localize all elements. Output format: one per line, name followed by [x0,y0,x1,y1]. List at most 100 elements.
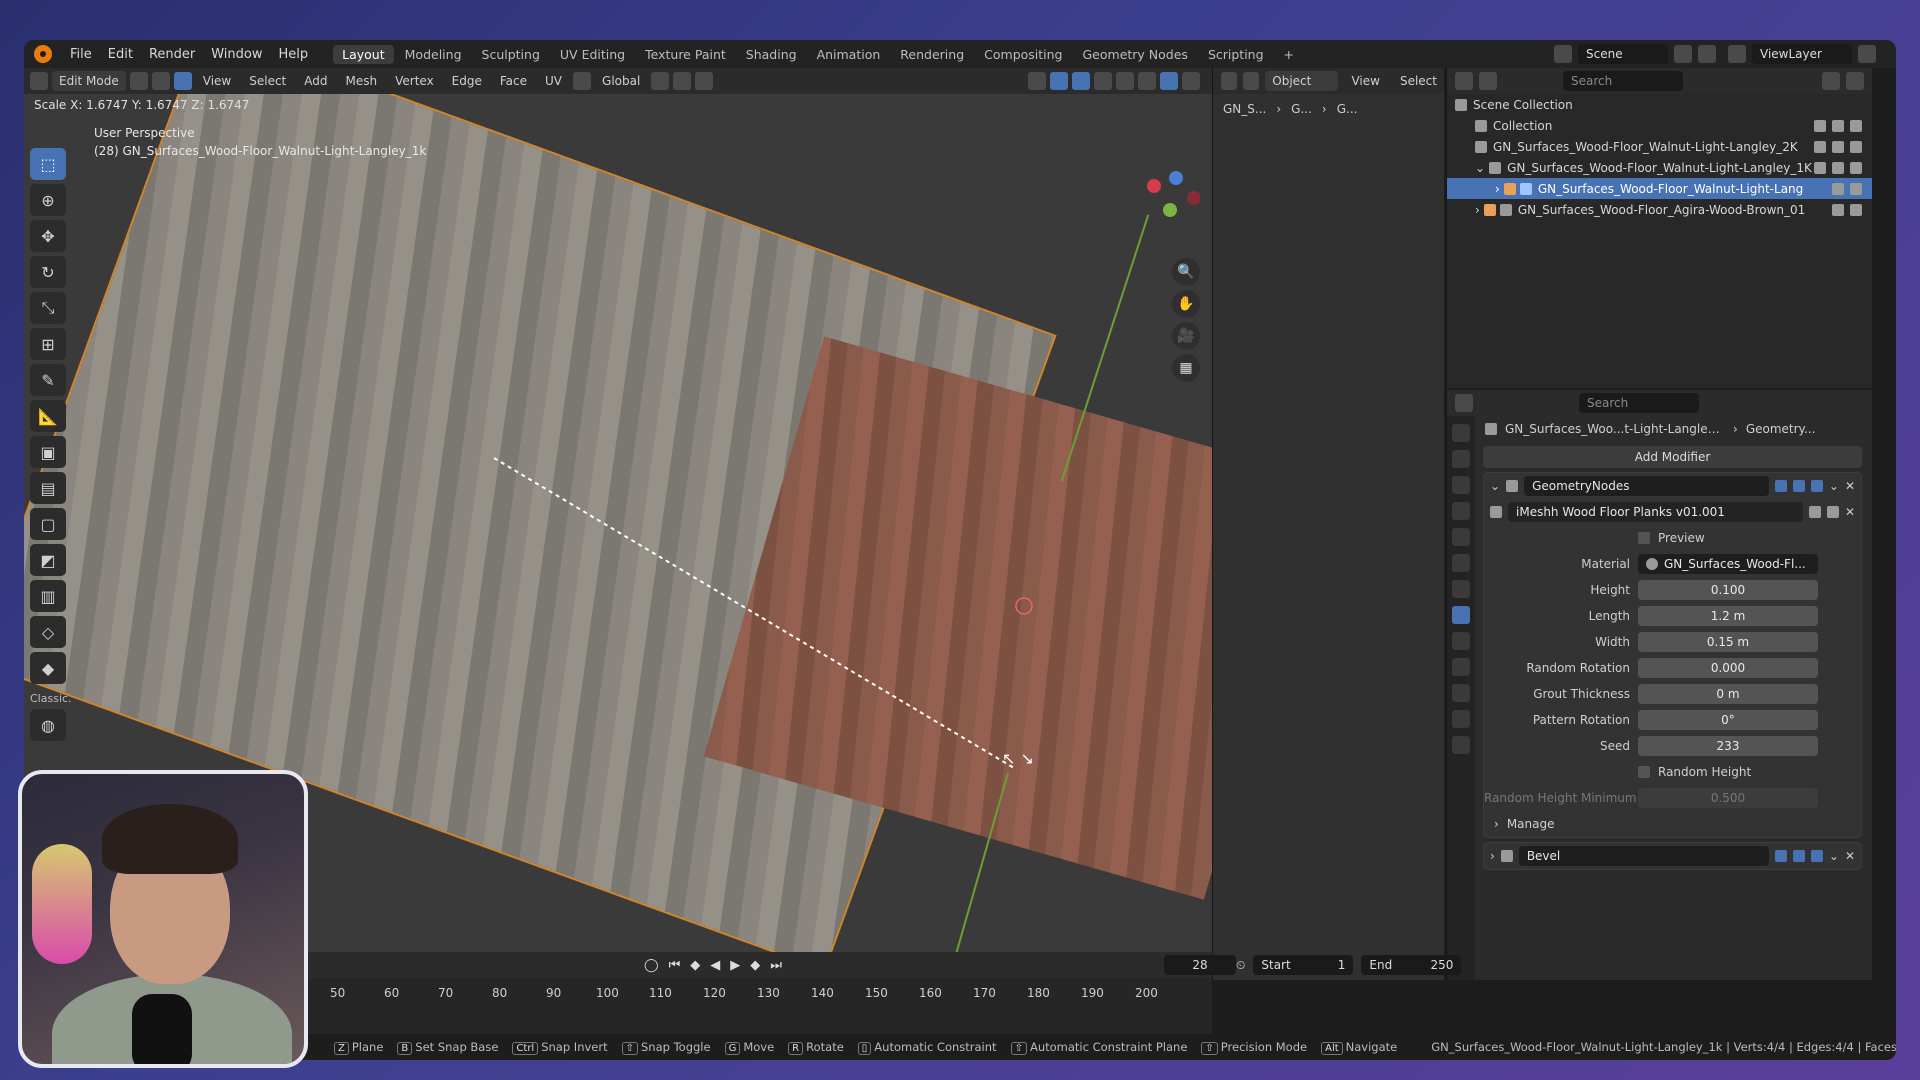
orientation-dropdown[interactable]: Global [595,71,647,91]
checkbox-icon[interactable] [1814,161,1826,174]
menu-vertex[interactable]: Vertex [388,71,441,91]
vertex-select-icon[interactable] [129,72,148,90]
modifier-name-field[interactable]: GeometryNodes [1524,476,1769,496]
breadcrumb-material[interactable]: G... [1337,102,1358,116]
random-rotation-field[interactable]: 0.000 [1638,658,1818,678]
menu-view[interactable]: View [196,71,238,91]
snap-icon[interactable] [673,72,692,90]
new-viewlayer-icon[interactable] [1858,45,1876,63]
editmode-toggle-icon[interactable] [1774,850,1787,862]
camera-icon[interactable] [1850,140,1862,153]
menu-window[interactable]: Window [203,47,270,62]
zoom-icon[interactable]: 🔍 [1172,258,1200,286]
breadcrumb-object[interactable]: GN_S... [1223,102,1266,116]
menu-face[interactable]: Face [493,71,534,91]
menu-select[interactable]: Select [242,71,293,91]
tab-shading[interactable]: Shading [737,45,806,64]
outliner-row[interactable]: › GN_Surfaces_Wood-Floor_Agira-Wood-Brow… [1447,199,1872,220]
move-tool-icon[interactable]: ✥ [30,220,66,252]
remove-modifier-icon[interactable]: ✕ [1845,479,1855,493]
fake-user-icon[interactable] [1808,506,1821,518]
add-cube-tool-icon[interactable]: ▣ [30,436,66,468]
constraints-tab-icon[interactable] [1452,684,1470,702]
duplicate-icon[interactable] [1826,506,1839,518]
viewport-toggle-icon[interactable] [1792,850,1805,862]
physics-tab-icon[interactable] [1452,658,1470,676]
material-shading-icon[interactable] [1160,72,1178,90]
filter-icon[interactable] [1822,72,1840,90]
modifier-menu-icon[interactable]: ⌄ [1829,849,1839,863]
bevel-name-field[interactable]: Bevel [1518,846,1769,866]
preview-checkbox[interactable] [1638,532,1650,544]
tab-geometry-nodes[interactable]: Geometry Nodes [1074,45,1197,64]
camera-icon[interactable] [1850,203,1862,216]
eye-icon[interactable] [1832,140,1844,153]
ortho-grid-icon[interactable]: ▦ [1172,354,1200,382]
tab-rendering[interactable]: Rendering [891,45,973,64]
select-box-tool-icon[interactable]: ⬚ [30,148,66,180]
editor-type-icon[interactable] [30,72,48,90]
outliner-row-selected[interactable]: › GN_Surfaces_Wood-Floor_Walnut-Light-La… [1447,178,1872,199]
remove-modifier-icon[interactable]: ✕ [1845,849,1855,863]
expand-chevron-icon[interactable]: › [1495,182,1500,196]
random-height-checkbox[interactable] [1638,766,1650,778]
menu-edit[interactable]: Edit [100,47,141,62]
proportional-edit-icon[interactable] [695,72,714,90]
pattern-rotation-field[interactable]: 0° [1638,710,1818,730]
navigation-gizmo-icon[interactable] [1140,168,1200,228]
expand-chevron-icon[interactable]: › [1490,849,1495,863]
node-group-field[interactable]: iMeshh Wood Floor Planks v01.001 [1508,502,1803,522]
expand-chevron-icon[interactable]: › [1475,203,1480,217]
render-tab-icon[interactable] [1452,450,1470,468]
inset-tool-icon[interactable]: ▢ [30,508,66,540]
measure-tool-icon[interactable]: 📐 [30,400,66,432]
material-tab-icon[interactable] [1452,736,1470,754]
object-mode-dropdown[interactable]: Object [1265,71,1339,91]
menu-add[interactable]: Add [297,71,334,91]
outliner-row[interactable]: ⌄ GN_Surfaces_Wood-Floor_Walnut-Light-La… [1447,157,1872,178]
menu-view-2[interactable]: View [1344,71,1386,91]
eye-icon[interactable] [1832,182,1844,195]
camera-view-icon[interactable]: 🎥 [1172,322,1200,350]
smooth-tool-icon[interactable]: ◍ [30,709,66,741]
overlay-icon[interactable] [1072,72,1090,90]
outliner-search-input[interactable]: Search [1563,71,1683,91]
eye-icon[interactable] [1832,203,1844,216]
menu-mesh[interactable]: Mesh [339,71,385,91]
length-field[interactable]: 1.2 m [1638,606,1818,626]
eye-icon[interactable] [1832,119,1844,132]
outliner-row[interactable]: GN_Surfaces_Wood-Floor_Walnut-Light-Lang… [1447,136,1872,157]
menu-file[interactable]: File [62,47,100,62]
face-select-icon[interactable] [173,72,192,90]
checkbox-icon[interactable] [1814,119,1826,132]
camera-icon[interactable] [1850,182,1862,195]
blender-logo-icon[interactable] [34,45,52,63]
scale-tool-icon[interactable]: ⤡ [30,292,66,324]
start-frame-field[interactable]: Start 1 [1253,955,1354,975]
extrude-tool-icon[interactable]: ▤ [30,472,66,504]
menu-edge[interactable]: Edge [445,71,489,91]
wireframe-shading-icon[interactable] [1116,72,1134,90]
material-field[interactable]: GN_Surfaces_Wood-Fl... [1638,554,1818,574]
tool-tab-icon[interactable] [1452,424,1470,442]
end-frame-field[interactable]: End 250 [1361,955,1462,975]
xray-icon[interactable] [1094,72,1112,90]
menu-select-2[interactable]: Select [1393,71,1444,91]
edge-select-icon[interactable] [151,72,170,90]
collapse-chevron-icon[interactable]: ⌄ [1490,479,1500,493]
cursor-tool-icon[interactable]: ⊕ [30,184,66,216]
mode-dropdown[interactable]: Edit Mode [52,71,126,91]
poly-build-tool-icon[interactable]: ◆ [30,652,66,684]
unlink-icon[interactable]: ✕ [1845,505,1855,519]
bevel-tool-icon[interactable]: ◩ [30,544,66,576]
pivot-icon[interactable] [651,72,670,90]
new-collection-icon[interactable] [1846,72,1864,90]
render-toggle-icon[interactable] [1810,850,1823,862]
display-mode-icon[interactable] [1479,72,1497,90]
outliner-type-icon[interactable] [1455,72,1473,90]
tab-layout[interactable]: Layout [333,44,394,64]
tab-compositing[interactable]: Compositing [975,45,1071,64]
menu-uv[interactable]: UV [538,71,569,91]
view-layer-tab-icon[interactable] [1452,502,1470,520]
expand-chevron-icon[interactable]: ⌄ [1475,161,1485,175]
